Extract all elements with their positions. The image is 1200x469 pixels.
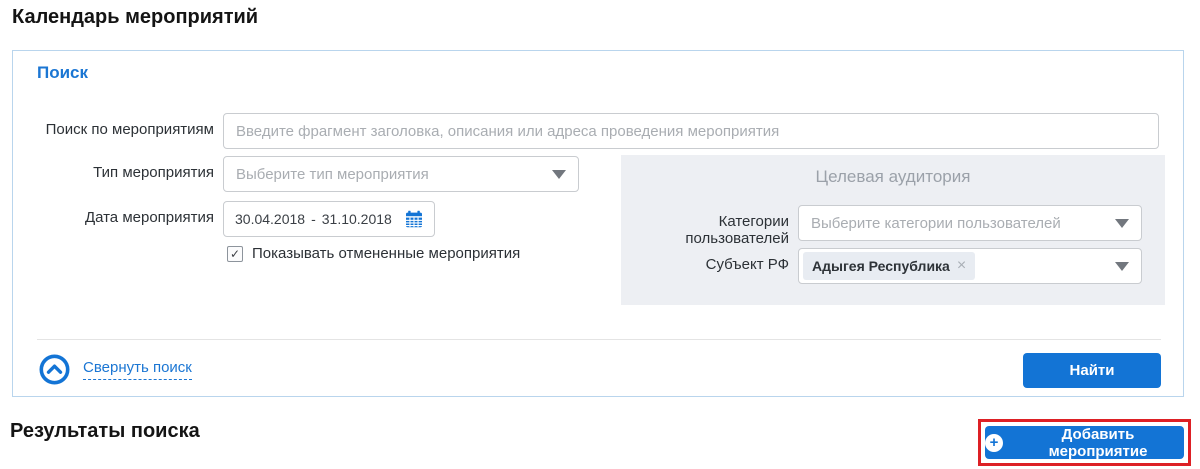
event-type-label: Тип мероприятия xyxy=(13,164,214,181)
calendar-glyph xyxy=(405,210,423,228)
user-categories-dropdown[interactable]: Выберите категории пользователей xyxy=(798,205,1142,241)
search-input[interactable] xyxy=(223,113,1159,149)
show-cancelled-label: Показывать отмененные мероприятия xyxy=(252,245,520,262)
date-from-value: 30.04.2018 xyxy=(235,211,305,227)
target-audience-panel: Целевая аудитория Категории пользователе… xyxy=(621,155,1165,305)
plus-icon: + xyxy=(985,434,1003,452)
chevron-down-icon xyxy=(1115,219,1129,228)
date-to-value: 31.10.2018 xyxy=(322,211,392,227)
region-dropdown[interactable]: Адыгея Республика × xyxy=(798,248,1142,284)
event-type-dropdown[interactable]: Выберите тип мероприятия xyxy=(223,156,579,192)
region-tag-label: Адыгея Республика xyxy=(812,258,950,274)
results-title: Результаты поиска xyxy=(10,420,200,443)
event-date-label: Дата мероприятия xyxy=(13,209,214,226)
calendar-icon[interactable] xyxy=(405,210,423,228)
remove-tag-icon[interactable]: × xyxy=(957,258,966,274)
event-date-input[interactable]: 30.04.2018 - 31.10.2018 xyxy=(223,201,435,237)
add-event-label: Добавить мероприятие xyxy=(1012,426,1184,460)
show-cancelled-row: ✓ Показывать отмененные мероприятия xyxy=(227,245,520,262)
show-cancelled-checkbox[interactable]: ✓ xyxy=(227,246,243,262)
annotation-highlight-box: + Добавить мероприятие xyxy=(978,419,1191,466)
user-categories-label: Категории пользователей xyxy=(621,213,789,247)
target-audience-title: Целевая аудитория xyxy=(621,167,1165,187)
add-event-button[interactable]: + Добавить мероприятие xyxy=(985,426,1184,459)
user-categories-placeholder: Выберите категории пользователей xyxy=(811,215,1115,232)
panel-divider xyxy=(37,339,1161,340)
collapse-search-link[interactable]: Свернуть поиск xyxy=(39,354,192,385)
chevron-up-circle-icon xyxy=(39,354,70,385)
event-type-placeholder: Выберите тип мероприятия xyxy=(236,166,552,183)
chevron-down-icon xyxy=(1115,262,1129,271)
search-panel-title: Поиск xyxy=(37,63,88,83)
region-label: Субъект РФ xyxy=(621,256,789,273)
find-button[interactable]: Найти xyxy=(1023,353,1161,388)
query-label: Поиск по мероприятиям xyxy=(13,121,214,138)
collapse-search-label: Свернуть поиск xyxy=(83,359,192,380)
chevron-down-icon xyxy=(552,170,566,179)
region-tag: Адыгея Республика × xyxy=(803,252,975,280)
page-title: Календарь мероприятий xyxy=(12,6,258,29)
date-separator: - xyxy=(311,211,316,227)
search-panel: Поиск Поиск по мероприятиям Тип мероприя… xyxy=(12,50,1184,397)
